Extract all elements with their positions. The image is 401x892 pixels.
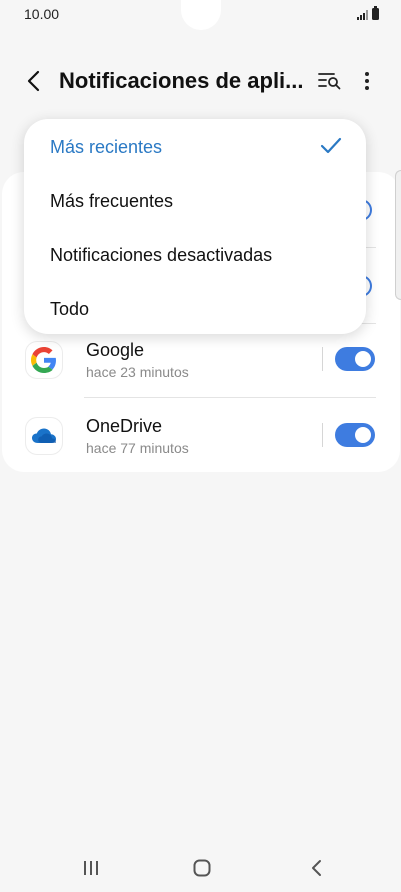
back-arrow-icon <box>27 70 40 92</box>
back-button[interactable] <box>18 66 48 96</box>
app-last-notification: hace 23 minutos <box>86 364 189 380</box>
menu-item-most-frequent[interactable]: Más frecuentes <box>24 175 366 227</box>
menu-item-most-recent[interactable]: Más recientes <box>24 121 366 173</box>
toggle-knob <box>353 349 373 369</box>
home-button[interactable] <box>191 857 213 879</box>
vertical-divider <box>322 423 323 447</box>
camera-notch <box>181 0 221 30</box>
google-logo-icon <box>26 342 62 378</box>
check-icon <box>320 137 342 154</box>
home-icon <box>193 859 211 877</box>
recent-apps-icon <box>84 861 98 875</box>
vertical-divider <box>322 347 323 371</box>
page-title: Notificaciones de apli... <box>59 68 304 93</box>
more-vert-icon <box>365 72 369 90</box>
menu-item-notifications-disabled[interactable]: Notificaciones desactivadas <box>24 229 366 281</box>
menu-item-label: Más recientes <box>50 137 163 157</box>
more-options-button[interactable] <box>354 67 380 95</box>
nav-back-button[interactable] <box>305 857 327 879</box>
battery-icon <box>372 6 379 20</box>
app-last-notification: hace 77 minutos <box>86 440 189 456</box>
menu-item-label: Todo <box>50 299 90 319</box>
notification-toggle-google[interactable] <box>335 347 375 371</box>
sort-dropdown-menu: Más recientes Más frecuentes Notificacio… <box>24 119 366 334</box>
toggle-knob <box>353 425 373 445</box>
sort-search-button[interactable] <box>316 67 344 95</box>
recent-apps-button[interactable] <box>80 858 102 878</box>
notification-toggle-onedrive[interactable] <box>335 423 375 447</box>
status-bar: 10.00 <box>0 0 401 30</box>
status-time: 10.00 <box>24 6 60 22</box>
scroll-indicator[interactable] <box>395 170 401 300</box>
navigation-bar <box>0 844 401 892</box>
menu-item-all[interactable]: Todo <box>24 283 366 335</box>
onedrive-cloud-icon <box>26 418 62 454</box>
sort-search-icon <box>318 73 341 90</box>
status-icons <box>357 6 379 20</box>
menu-item-label: Más frecuentes <box>50 191 174 211</box>
app-bar: Notificaciones de apli... <box>0 58 401 104</box>
menu-item-label: Notificaciones desactivadas <box>50 245 273 265</box>
signal-icon <box>357 10 368 20</box>
nav-back-icon <box>312 860 321 876</box>
app-name: Google <box>86 340 145 360</box>
app-name: OneDrive <box>86 416 163 436</box>
app-row-onedrive[interactable]: OneDrive hace 77 minutos <box>2 398 400 474</box>
